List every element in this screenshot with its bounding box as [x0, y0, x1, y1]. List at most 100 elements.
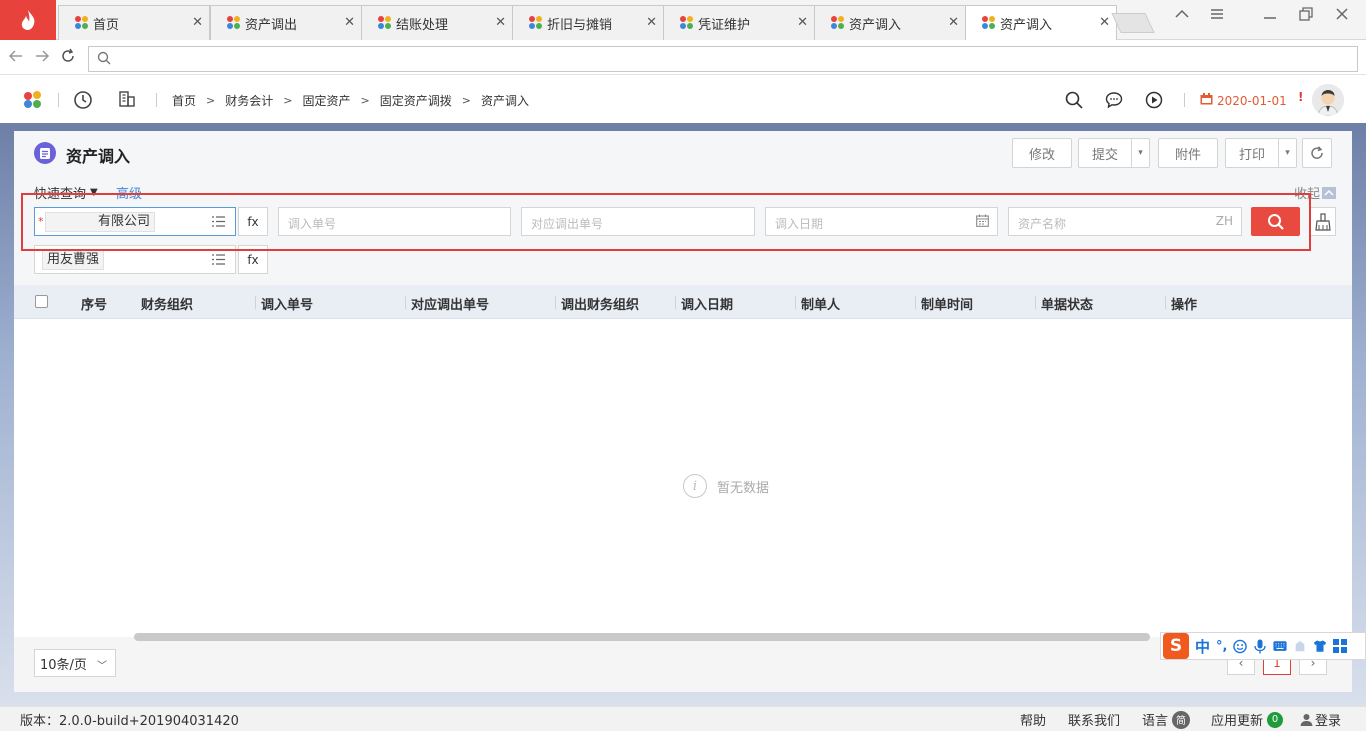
breadcrumb-item[interactable]: 首页: [172, 92, 196, 109]
modify-button[interactable]: 修改: [1012, 138, 1072, 168]
address-input[interactable]: [88, 46, 1358, 72]
history-icon[interactable]: [73, 90, 93, 114]
column-header[interactable]: 制单人: [801, 294, 840, 313]
ime-punctuation[interactable]: °,: [1216, 639, 1227, 654]
column-divider[interactable]: [405, 296, 406, 309]
browser-tab[interactable]: 折旧与摊销 ✕: [512, 5, 664, 40]
avatar[interactable]: [1312, 84, 1344, 116]
search-icon: [97, 51, 111, 69]
divider: [156, 93, 157, 107]
print-button[interactable]: 打印 ▾: [1225, 138, 1297, 168]
column-header[interactable]: 制单时间: [921, 294, 973, 313]
breadcrumb-item[interactable]: 固定资产: [302, 92, 350, 109]
maker-tag[interactable]: 用友曹强: [42, 250, 105, 270]
play-icon[interactable]: [1145, 91, 1163, 113]
column-header[interactable]: 财务组织: [141, 294, 193, 313]
help-link[interactable]: 帮助: [1020, 710, 1046, 729]
language-switch[interactable]: 语言 简: [1142, 710, 1191, 729]
reload-icon[interactable]: [60, 48, 76, 69]
column-divider[interactable]: [795, 296, 796, 309]
empty-text: 暂无数据: [717, 480, 770, 496]
chevron-down-icon[interactable]: ▾: [1131, 139, 1149, 167]
refresh-button[interactable]: [1302, 138, 1332, 168]
chevron-right-icon: >: [360, 94, 370, 107]
column-header[interactable]: 调出财务组织: [561, 294, 639, 313]
attachment-label: 附件: [1174, 147, 1201, 163]
chevron-right-icon: >: [283, 94, 293, 107]
browser-tab[interactable]: 首页 ✕: [58, 5, 210, 40]
list-icon[interactable]: [212, 254, 225, 268]
search-icon[interactable]: [1065, 91, 1083, 113]
browser-tab[interactable]: 结账处理 ✕: [361, 5, 513, 40]
page-title: 资产调入: [66, 147, 131, 166]
close-icon[interactable]: ✕: [948, 15, 959, 30]
minimize-icon[interactable]: [1262, 6, 1278, 26]
horizontal-scrollbar[interactable]: [134, 633, 1150, 641]
app-header: 首页 > 财务会计 > 固定资产 > 固定资产调拨 > 资产调入 2020-01…: [0, 76, 1366, 124]
browser-logo-icon[interactable]: [0, 0, 56, 40]
menu-icon[interactable]: [1209, 6, 1225, 26]
chevron-up-icon[interactable]: [1174, 6, 1190, 26]
breadcrumb-item[interactable]: 固定资产调拨: [380, 92, 452, 109]
app-logo-icon: [529, 16, 543, 30]
column-header[interactable]: 单据状态: [1041, 294, 1093, 313]
browser-tab[interactable]: 凭证维护 ✕: [663, 5, 815, 40]
alert-mark: !: [1298, 90, 1304, 104]
forward-icon[interactable]: [34, 48, 50, 69]
business-date[interactable]: 2020-01-01: [1200, 93, 1287, 108]
shirt-icon[interactable]: [1313, 639, 1327, 653]
close-icon[interactable]: ✕: [1099, 15, 1110, 30]
keyboard-icon[interactable]: [1273, 639, 1288, 653]
select-all-checkbox[interactable]: [35, 295, 48, 308]
building-icon[interactable]: [118, 90, 136, 112]
column-divider[interactable]: [915, 296, 916, 309]
grid-icon[interactable]: [1333, 639, 1348, 653]
page-size-select[interactable]: 10条/页 ﹀: [34, 649, 116, 677]
back-icon[interactable]: [8, 48, 24, 69]
close-icon[interactable]: ✕: [495, 15, 506, 30]
chevron-up-icon: [1322, 186, 1336, 199]
login-link[interactable]: 登录: [1300, 710, 1341, 729]
ime-mode[interactable]: 中: [1195, 636, 1210, 657]
submit-button[interactable]: 提交 ▾: [1078, 138, 1150, 168]
contact-link[interactable]: 联系我们: [1068, 710, 1120, 729]
close-icon[interactable]: ✕: [646, 15, 657, 30]
browser-tab-active[interactable]: 资产调入 ✕: [965, 5, 1117, 40]
column-divider[interactable]: [255, 296, 256, 309]
microphone-icon[interactable]: [1253, 639, 1267, 653]
close-icon[interactable]: ✕: [344, 15, 355, 30]
close-icon[interactable]: ✕: [797, 15, 808, 30]
message-icon[interactable]: [1105, 91, 1123, 113]
column-header[interactable]: 对应调出单号: [411, 294, 489, 313]
new-tab-button[interactable]: [1111, 13, 1155, 33]
app-logo-icon[interactable]: [23, 91, 43, 113]
window-close-icon[interactable]: [1334, 6, 1350, 26]
column-header[interactable]: 序号: [81, 294, 107, 313]
app-logo-icon: [227, 16, 241, 30]
browser-tab[interactable]: 资产调入 ✕: [814, 5, 966, 40]
status-footer: 版本：2.0.0-build+201904031420 帮助 联系我们 语言 简…: [0, 706, 1366, 731]
browser-tab[interactable]: 资产调出 ✕: [210, 5, 362, 40]
column-divider[interactable]: [675, 296, 676, 309]
column-header[interactable]: 调入单号: [261, 294, 313, 313]
restore-icon[interactable]: [1298, 6, 1314, 26]
app-updates[interactable]: 应用更新 0: [1211, 710, 1284, 729]
tab-label: 首页: [93, 17, 120, 33]
divider: [58, 93, 59, 107]
close-icon[interactable]: ✕: [192, 15, 203, 30]
column-divider[interactable]: [555, 296, 556, 309]
sogou-logo-icon[interactable]: S: [1163, 633, 1189, 659]
attachment-button[interactable]: 附件: [1158, 138, 1218, 168]
highlight-frame: [21, 193, 1311, 251]
tab-label: 资产调出: [245, 17, 298, 33]
chevron-down-icon[interactable]: ▾: [1278, 139, 1296, 167]
column-divider[interactable]: [1035, 296, 1036, 309]
column-header[interactable]: 调入日期: [681, 294, 733, 313]
skin-icon[interactable]: [1293, 639, 1307, 653]
breadcrumb-item[interactable]: 财务会计: [225, 92, 273, 109]
table-header: 序号 财务组织 调入单号 对应调出单号 调出财务组织 调入日期 制单人 制单时间…: [14, 285, 1352, 319]
column-divider[interactable]: [1165, 296, 1166, 309]
clear-button[interactable]: [1310, 207, 1336, 236]
empty-state: i 暂无数据: [683, 474, 769, 498]
emoji-icon[interactable]: [1233, 639, 1248, 653]
